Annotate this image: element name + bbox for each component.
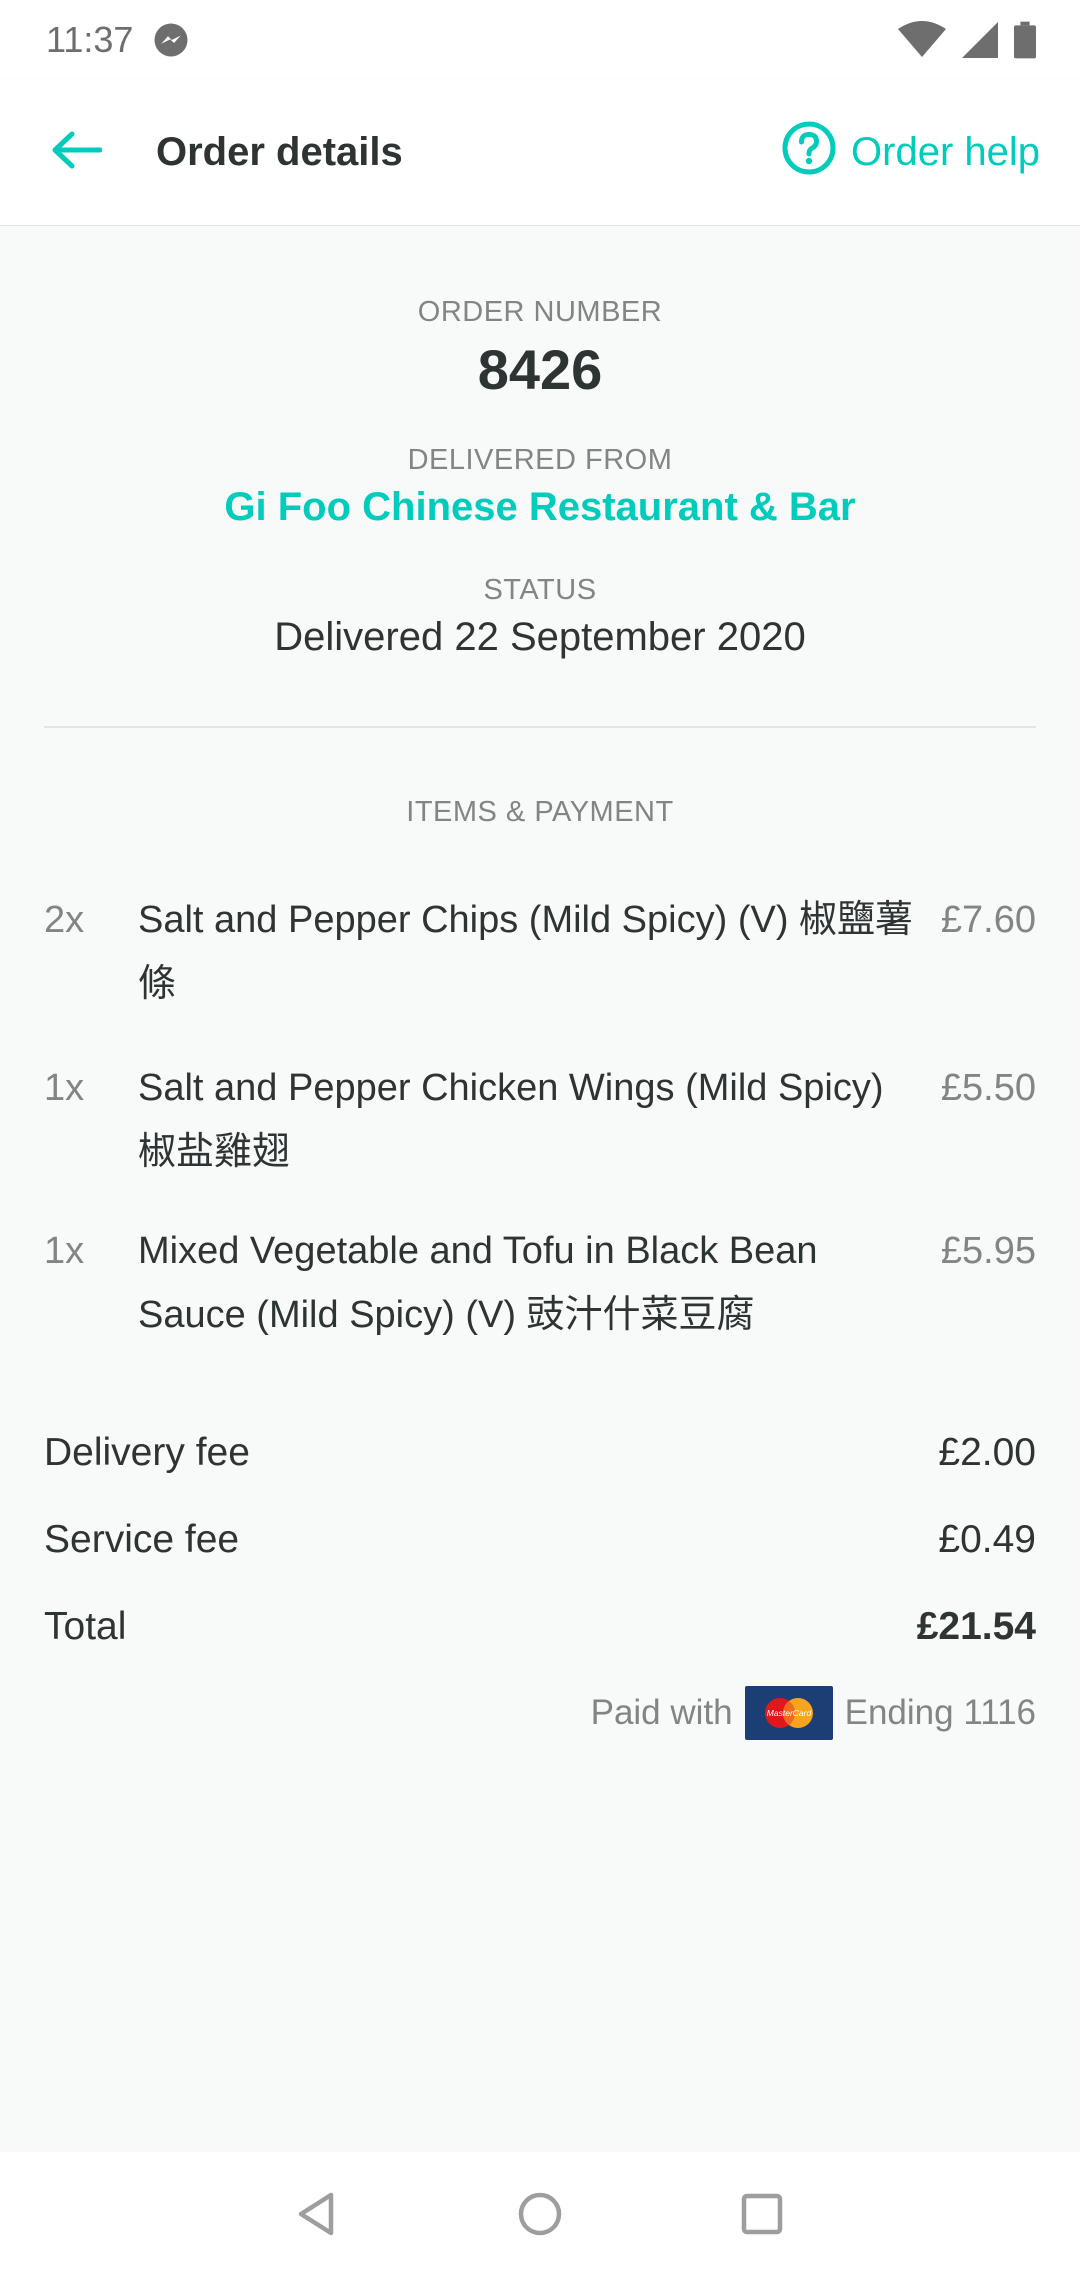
item-price: £7.60 xyxy=(940,899,1036,941)
items-payment-heading: ITEMS & PAYMENT xyxy=(406,796,674,828)
item-quantity: 1x xyxy=(44,1067,85,1109)
restaurant-name[interactable]: Gi Foo Chinese Restaurant & Bar xyxy=(0,485,1080,530)
status-right xyxy=(898,21,1036,59)
card-brand-text: MasterCard xyxy=(766,1708,811,1718)
order-help-button[interactable]: Order help xyxy=(781,120,1040,186)
order-number-block: ORDER NUMBER 8426 xyxy=(0,296,1080,402)
list-item: 1x Mixed Vegetable and Tofu in Black Bea… xyxy=(44,1219,1036,1347)
triangle-back-icon xyxy=(295,2191,341,2242)
service-fee-label: Service fee xyxy=(44,1518,240,1561)
status-bar: 11:37 xyxy=(0,0,1080,80)
order-number: 8426 xyxy=(477,338,603,401)
status-block: STATUS Delivered 22 September 2020 xyxy=(0,574,1080,660)
status-time: 11:37 xyxy=(46,19,134,60)
item-name: Salt and Pepper Chips (Mild Spicy) (V) 椒… xyxy=(138,899,914,1005)
divider xyxy=(44,726,1036,728)
total-value: £21.54 xyxy=(916,1605,1036,1648)
help-circle-icon xyxy=(781,120,837,186)
order-details-content: ORDER NUMBER 8426 DELIVERED FROM Gi Foo … xyxy=(0,226,1080,2152)
list-item: 1x Salt and Pepper Chicken Wings (Mild S… xyxy=(44,1056,1036,1184)
arrow-left-icon xyxy=(50,130,103,175)
status-left: 11:37 xyxy=(46,19,189,61)
total-label: Total xyxy=(44,1605,127,1648)
item-name: Mixed Vegetable and Tofu in Black Bean S… xyxy=(138,1230,818,1336)
back-button[interactable] xyxy=(0,80,148,226)
item-quantity: 2x xyxy=(44,899,85,941)
order-number-label: ORDER NUMBER xyxy=(417,296,663,328)
page-title: Order details xyxy=(156,130,403,174)
circle-home-icon xyxy=(517,2191,563,2242)
item-name: Salt and Pepper Chicken Wings (Mild Spic… xyxy=(138,1067,884,1173)
service-fee-row: Service fee £0.49 xyxy=(44,1518,1036,1562)
nav-home-button[interactable] xyxy=(504,2180,576,2252)
delivery-fee-label: Delivery fee xyxy=(44,1431,250,1474)
item-price: £5.50 xyxy=(940,1067,1036,1109)
item-quantity: 1x xyxy=(44,1230,85,1272)
app-bar: Order details Order help xyxy=(0,80,1080,226)
status-value: Delivered 22 September 2020 xyxy=(274,615,806,659)
service-fee-value: £0.49 xyxy=(938,1518,1036,1561)
items-heading-wrap: ITEMS & PAYMENT xyxy=(0,796,1080,829)
card-ending: Ending 1116 xyxy=(844,1693,1036,1732)
mastercard-icon: MasterCard xyxy=(744,1686,833,1740)
signal-icon xyxy=(962,22,998,58)
nav-back-button[interactable] xyxy=(282,2180,354,2252)
order-help-label: Order help xyxy=(851,130,1040,174)
delivered-from-label: DELIVERED FROM xyxy=(407,444,673,476)
list-item: 2x Salt and Pepper Chips (Mild Spicy) (V… xyxy=(44,888,1036,1016)
item-price: £5.95 xyxy=(940,1230,1036,1272)
status-label: STATUS xyxy=(483,574,597,606)
nav-recents-button[interactable] xyxy=(726,2180,798,2252)
delivery-fee-value: £2.00 xyxy=(938,1431,1036,1474)
delivery-fee-row: Delivery fee £2.00 xyxy=(44,1431,1036,1475)
total-row: Total £21.54 xyxy=(44,1605,1036,1649)
system-nav-bar xyxy=(0,2152,1080,2280)
wifi-icon xyxy=(898,21,946,59)
paid-with-label: Paid with xyxy=(590,1693,733,1732)
square-recents-icon xyxy=(739,2191,785,2242)
payment-row: Paid with MasterCard Ending 1116 xyxy=(44,1686,1036,1740)
delivered-from-block: DELIVERED FROM Gi Foo Chinese Restaurant… xyxy=(0,444,1080,530)
messenger-icon xyxy=(153,22,189,58)
battery-icon xyxy=(1014,21,1036,59)
